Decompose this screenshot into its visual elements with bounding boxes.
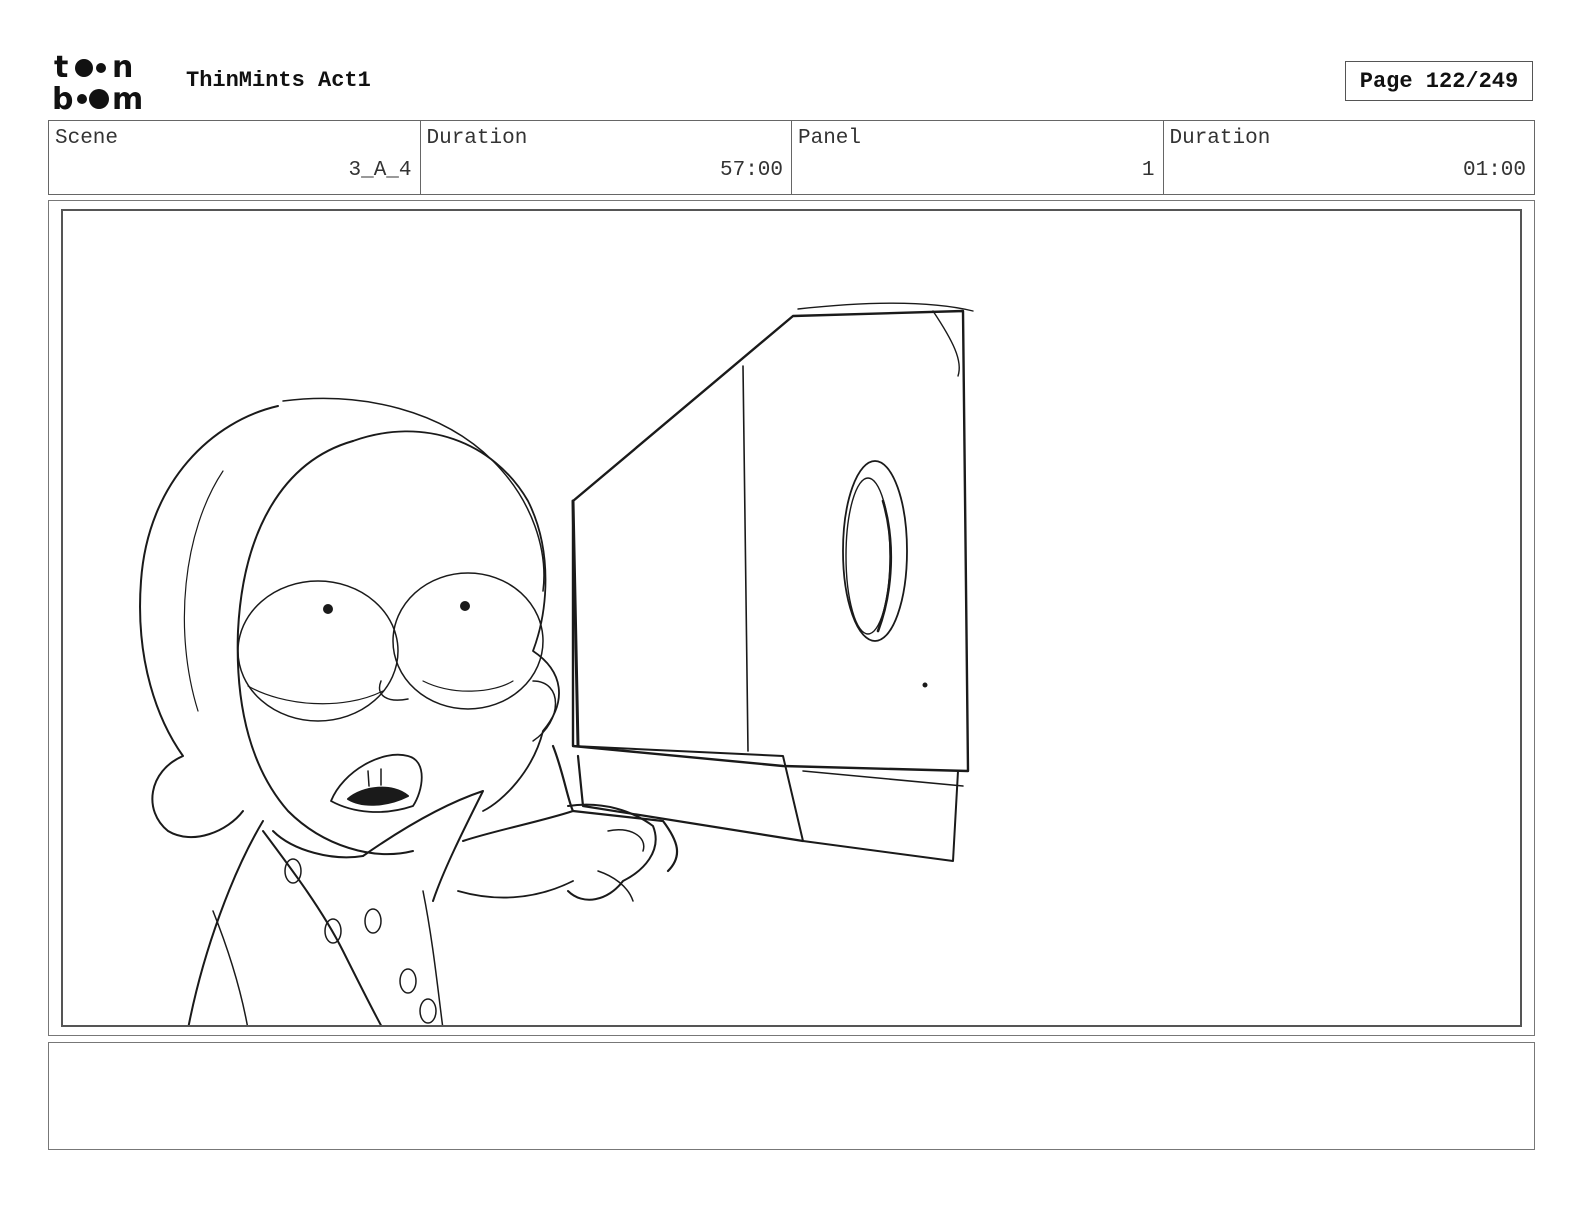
eye-bag <box>247 685 384 705</box>
storyboard-panel <box>61 209 1522 1027</box>
storyboard-panel-frame <box>48 200 1535 1036</box>
coat-line <box>422 890 444 1025</box>
scene-duration-value: 57:00 <box>719 159 783 182</box>
panel-duration-value: 01:00 <box>1462 159 1526 182</box>
toon-boom-logo: t n b m <box>52 50 143 112</box>
coat-button <box>419 998 437 1024</box>
gun-body-edge <box>742 365 749 752</box>
logo-text-bottom: m <box>112 82 143 112</box>
panel-value: 1 <box>1141 159 1155 182</box>
gun-muzzle-shadow <box>876 499 893 633</box>
project-title: ThinMints Act1 <box>186 68 371 93</box>
hair-strand <box>183 470 224 712</box>
coat-button <box>364 908 382 934</box>
coat-button <box>399 968 417 994</box>
mouth-interior <box>347 786 409 806</box>
gun-underside <box>576 754 805 843</box>
gun-body-side <box>571 309 970 773</box>
hair-outline <box>139 405 279 839</box>
logo-text-bottom: b <box>52 82 73 112</box>
coat-lapel <box>362 790 484 902</box>
gun-body-top <box>797 302 974 312</box>
finger <box>607 829 645 852</box>
gun-rivet <box>922 682 928 688</box>
scene-info-table: Scene 3_A_4 Duration 57:00 Panel 1 Durat… <box>48 120 1535 195</box>
hair-outline <box>282 397 545 592</box>
scene-duration-label: Duration <box>426 127 528 150</box>
arm <box>462 810 574 842</box>
logo-dot <box>96 63 106 73</box>
logo-dot <box>89 89 109 109</box>
scene-value: 3_A_4 <box>348 159 412 182</box>
page-number: Page 122/249 <box>1345 61 1533 101</box>
gun-front-face <box>932 310 960 377</box>
logo-dot <box>75 59 93 77</box>
ear <box>532 680 557 742</box>
panel-cell: Panel 1 <box>792 121 1164 194</box>
panel-label: Panel <box>798 127 862 150</box>
panel-duration-label: Duration <box>1169 127 1271 150</box>
panel-notes <box>48 1042 1535 1150</box>
face-outline <box>352 430 560 812</box>
coat-line <box>212 910 249 1025</box>
scene-label: Scene <box>55 127 119 150</box>
panel-duration-cell: Duration 01:00 <box>1164 121 1535 194</box>
coat-outline <box>187 820 264 1025</box>
scene-duration-cell: Duration 57:00 <box>421 121 792 194</box>
scene-cell: Scene 3_A_4 <box>49 121 421 194</box>
right-eye <box>392 572 544 710</box>
logo-dot <box>77 94 87 104</box>
gun-bottom-line <box>802 770 964 787</box>
teeth <box>367 768 382 787</box>
logo-text-top: t <box>54 50 68 85</box>
eye-bag <box>422 680 514 692</box>
left-eye <box>237 580 399 722</box>
sketch-drawing <box>139 302 974 1025</box>
right-pupil <box>460 601 470 611</box>
arm <box>457 880 574 899</box>
left-pupil <box>323 604 333 614</box>
logo-text-top: n <box>112 50 133 85</box>
coat-collar <box>262 830 382 1025</box>
